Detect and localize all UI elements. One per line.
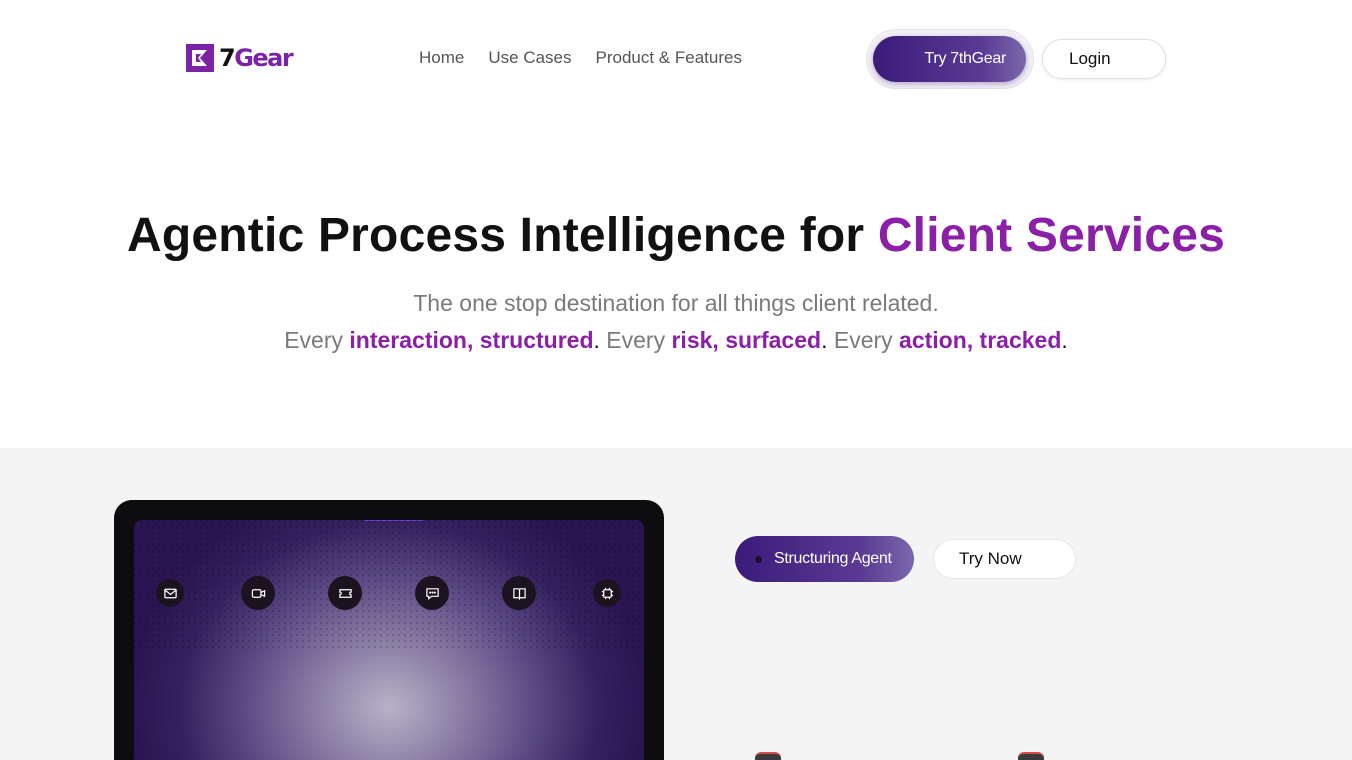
ticket-icon[interactable] [328, 576, 362, 610]
card-peek-2 [1018, 752, 1044, 760]
login-button[interactable]: Login [1042, 39, 1166, 79]
hero-title: Agentic Process Intelligence for Client … [0, 208, 1352, 263]
agent-label: Structuring Agent [774, 550, 892, 567]
chip-icon[interactable] [593, 579, 621, 607]
hero-subtitle: The one stop destination for all things … [413, 290, 939, 316]
logo[interactable]: 7Gear [185, 43, 294, 73]
nav-link-product-features[interactable]: Product & Features [596, 48, 742, 68]
dot-pattern [134, 520, 644, 650]
tagline-highlight-2: risk, surfaced [671, 327, 822, 353]
device-screen [134, 520, 644, 760]
book-icon[interactable] [502, 576, 536, 610]
logo-text: 7Gear [219, 44, 294, 72]
hero-title-accent: Client Services [877, 209, 1225, 262]
tagline-highlight-3: action, tracked [899, 327, 1062, 353]
chat-icon[interactable] [415, 576, 449, 610]
demo-section: Structuring Agent Try Now [0, 448, 1352, 760]
status-dot-icon [755, 555, 762, 563]
nav-link-use-cases[interactable]: Use Cases [488, 48, 571, 68]
top-nav: 7Gear Home Use Cases Product & Features … [0, 0, 1352, 118]
device-frame [114, 500, 664, 760]
card-peek-1 [755, 752, 781, 760]
nav-links: Home Use Cases Product & Features [419, 48, 742, 68]
try-button-wrap: Try 7thGear [867, 30, 1033, 88]
mail-icon[interactable] [156, 579, 184, 607]
nav-link-home[interactable]: Home [419, 48, 464, 68]
structuring-agent-pill[interactable]: Structuring Agent [735, 536, 914, 582]
hero-title-main: Agentic Process Intelligence for [127, 209, 878, 262]
try-7thgear-button[interactable]: Try 7thGear [873, 36, 1026, 82]
logo-mark-icon [186, 44, 214, 72]
tagline-highlight-1: interaction, structured [349, 327, 594, 353]
try-now-button[interactable]: Try Now [933, 539, 1076, 579]
video-icon[interactable] [241, 576, 275, 610]
hero-tagline: Every interaction, structured. Every ris… [284, 327, 1068, 353]
